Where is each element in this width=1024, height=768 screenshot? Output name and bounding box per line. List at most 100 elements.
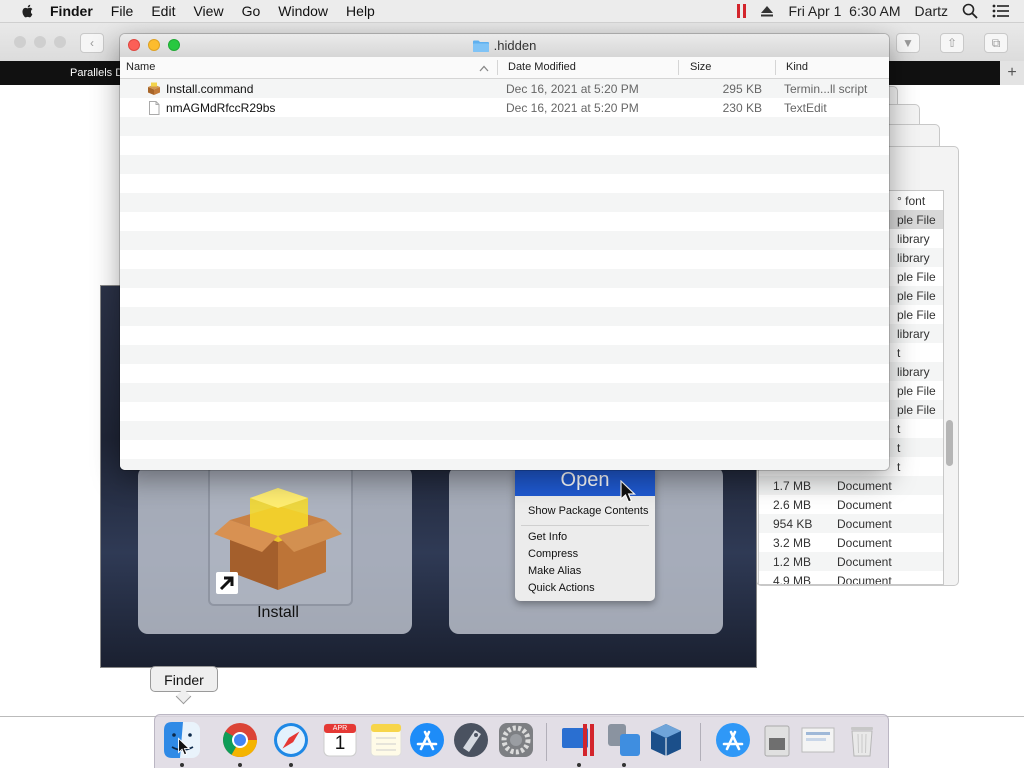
list-item-size: 4.9 MB — [773, 574, 812, 585]
file-list: Install.command Dec 16, 2021 at 5:20 PM … — [120, 79, 889, 470]
list-stripe — [120, 364, 889, 383]
parallels-icon[interactable] — [559, 720, 599, 760]
list-item-kind: Document — [837, 574, 892, 585]
virtualbox-icon[interactable] — [646, 720, 686, 760]
column-header-name[interactable]: Name — [126, 61, 155, 73]
list-item-size: 954 KB — [773, 517, 813, 531]
list-stripe — [120, 345, 889, 364]
running-indicator — [622, 763, 626, 767]
menu-item-get-info[interactable]: Get Info — [528, 531, 567, 543]
install-icon-tile[interactable] — [208, 466, 353, 606]
list-stripe — [120, 326, 889, 345]
alias-arrow-icon — [216, 572, 238, 594]
list-item[interactable]: 2.6 MB Document — [759, 495, 943, 514]
file-row-textedit[interactable]: nmAGMdRfccR29bs Dec 16, 2021 at 5:20 PM … — [120, 99, 889, 118]
system-preferences-icon[interactable] — [496, 720, 536, 760]
download-icon[interactable]: ▼ — [896, 33, 920, 53]
list-item-kind: ple File — [897, 384, 936, 398]
menu-item-make-alias[interactable]: Make Alias — [528, 565, 581, 577]
calendar-month: APR — [332, 725, 348, 732]
sort-ascending-icon[interactable] — [479, 65, 489, 72]
menu-app-finder[interactable]: Finder — [50, 3, 93, 19]
column-header-size[interactable]: Size — [690, 61, 711, 73]
menu-item-show-package-contents[interactable]: Show Package Contents — [528, 505, 648, 517]
menu-go[interactable]: Go — [242, 3, 261, 19]
zoom-dim-icon[interactable] — [54, 36, 66, 48]
notes-icon[interactable] — [366, 720, 406, 760]
running-indicator — [180, 763, 184, 767]
safari-icon[interactable] — [271, 720, 311, 760]
close-dim-icon[interactable] — [14, 36, 26, 48]
list-item-size: 2.6 MB — [773, 498, 812, 512]
clock[interactable]: Fri Apr 1 6:30 AM — [788, 3, 900, 19]
column-divider[interactable] — [497, 60, 498, 75]
menu-edit[interactable]: Edit — [151, 3, 175, 19]
browser-tab[interactable]: Parallels D — [70, 67, 123, 79]
list-item[interactable]: 1.2 MB Document — [759, 552, 943, 571]
app-store-icon[interactable] — [407, 720, 447, 760]
column-header-date[interactable]: Date Modified — [508, 61, 576, 73]
back-button[interactable]: ‹ — [80, 33, 104, 53]
column-header-kind[interactable]: Kind — [786, 61, 808, 73]
migration-assistant-icon[interactable] — [604, 720, 644, 760]
file-size: 230 KB — [722, 101, 762, 115]
dock-separator — [546, 723, 547, 761]
install-label: Install — [257, 604, 299, 621]
file-row-install-command[interactable]: Install.command Dec 16, 2021 at 5:20 PM … — [120, 80, 889, 99]
list-stripe — [120, 155, 889, 174]
chrome-icon[interactable] — [220, 720, 260, 760]
launchpad-icon[interactable] — [451, 720, 491, 760]
list-item-kind: ple File — [897, 270, 936, 284]
list-stripe — [120, 193, 889, 212]
list-item-kind: t — [897, 422, 901, 436]
list-item-kind: Document — [837, 536, 892, 550]
terminal-script-icon — [148, 82, 160, 95]
menu-file[interactable]: File — [111, 3, 134, 19]
app-store-downloads-icon[interactable] — [713, 720, 753, 760]
column-divider[interactable] — [678, 60, 679, 75]
list-item-kind: ple File — [897, 289, 936, 303]
installer-disk-icon[interactable] — [757, 720, 797, 760]
list-item-kind: t — [897, 441, 901, 455]
list-item[interactable]: 4.9 MB Document — [759, 571, 943, 585]
window-title-text: .hidden — [493, 38, 537, 53]
file-kind: TextEdit — [784, 101, 827, 115]
menu-item-compress[interactable]: Compress — [528, 548, 578, 560]
list-item-kind: ple File — [897, 213, 936, 227]
list-item[interactable]: 954 KB Document — [759, 514, 943, 533]
trash-icon[interactable] — [842, 720, 882, 760]
list-item-kind: ple File — [897, 308, 936, 322]
list-stripe — [120, 174, 889, 193]
list-item-kind: ple File — [897, 403, 936, 417]
list-item[interactable]: 3.2 MB Document — [759, 533, 943, 552]
menu-view[interactable]: View — [193, 3, 223, 19]
minimize-dim-icon[interactable] — [34, 36, 46, 48]
running-indicator — [238, 763, 242, 767]
eject-icon[interactable] — [760, 5, 774, 17]
user-name[interactable]: Dartz — [915, 3, 948, 19]
menu-window[interactable]: Window — [278, 3, 328, 19]
file-size: 295 KB — [722, 82, 762, 96]
menu-item-quick-actions[interactable]: Quick Actions — [528, 582, 595, 594]
list-stripe — [120, 288, 889, 307]
list-item-size: 1.7 MB — [773, 479, 812, 493]
preview-doc-icon[interactable] — [798, 720, 838, 760]
folder-icon — [472, 40, 489, 52]
share-icon[interactable]: ⇧ — [940, 33, 964, 53]
tabs-overview-icon[interactable]: ⧉ — [984, 33, 1008, 53]
apple-icon[interactable] — [20, 3, 36, 19]
list-item-kind: library — [897, 251, 930, 265]
finder-title-bar[interactable]: .hidden — [120, 34, 889, 58]
finder-window-hidden: .hidden Name Date Modified Size Kind Ins… — [120, 34, 889, 470]
list-stripe — [120, 421, 889, 440]
scrollbar-thumb[interactable] — [946, 420, 953, 466]
dock-cursor-icon — [178, 737, 191, 756]
list-item-kind: library — [897, 365, 930, 379]
parallels-icon[interactable] — [737, 4, 747, 18]
new-tab-button[interactable]: + — [1000, 61, 1024, 85]
search-icon[interactable] — [962, 3, 978, 19]
column-divider[interactable] — [775, 60, 776, 75]
menu-help[interactable]: Help — [346, 3, 375, 19]
list-icon[interactable] — [992, 4, 1010, 18]
list-item[interactable]: 1.7 MB Document — [759, 476, 943, 495]
